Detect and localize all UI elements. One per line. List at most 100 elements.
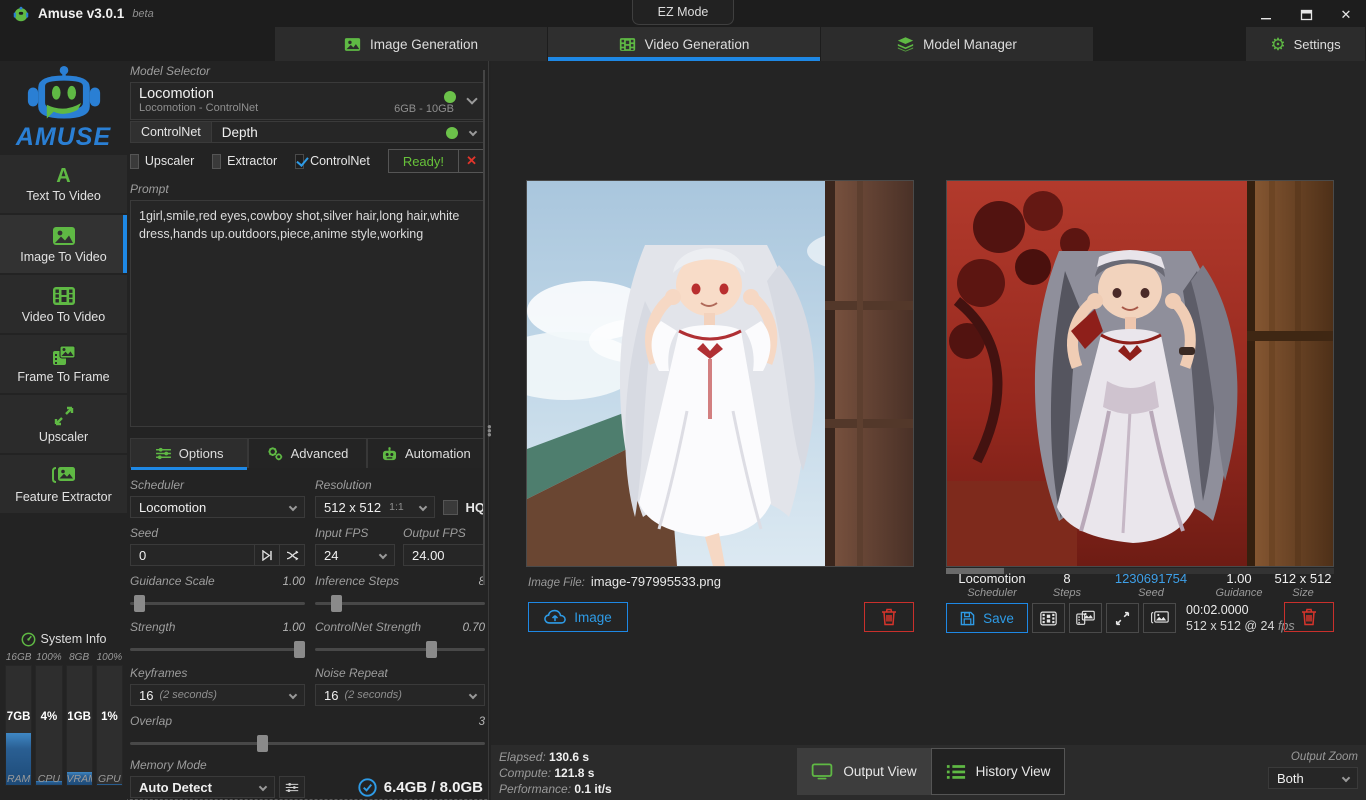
- upscaler-checkbox[interactable]: [130, 154, 139, 169]
- chevron-down-icon: [469, 691, 477, 699]
- seed-link[interactable]: 1230691754: [1096, 571, 1206, 586]
- export-video-button[interactable]: [1032, 603, 1065, 633]
- seed-increment-button[interactable]: [255, 544, 280, 566]
- seed-input[interactable]: [130, 544, 255, 566]
- status-bar: Elapsed: 130.6 s Compute: 121.8 s Perfor…: [491, 745, 1366, 800]
- controlnet-ready-dot: [446, 127, 458, 139]
- frame-extract-button[interactable]: [1069, 603, 1102, 633]
- scheduler-dropdown[interactable]: Locomotion: [130, 496, 305, 518]
- maximize-icon: [1300, 9, 1313, 21]
- delete-output-button[interactable]: [1284, 602, 1334, 632]
- sidebar-item-text-to-video[interactable]: A Text To Video: [0, 155, 127, 213]
- window-controls: ✕: [1246, 0, 1366, 30]
- model-ready-dot: [444, 91, 456, 103]
- image-generation-icon: [344, 37, 361, 52]
- history-view-button[interactable]: History View: [931, 748, 1065, 795]
- main-tab-bar: Image Generation Video Generation Model …: [0, 27, 1366, 61]
- input-fps-dropdown[interactable]: 24: [315, 544, 395, 566]
- inference-steps-slider[interactable]: [315, 594, 485, 612]
- elapsed-value: 130.6 s: [549, 750, 589, 764]
- frames-icon: [51, 345, 77, 367]
- trash-icon: [1301, 608, 1317, 626]
- feature-extract-button[interactable]: [1143, 603, 1176, 633]
- upload-image-button[interactable]: Image: [528, 602, 628, 632]
- monitor-icon: [811, 763, 833, 780]
- guidance-scale-slider[interactable]: [130, 594, 305, 612]
- amuse-robot-icon: [21, 65, 107, 129]
- gear-icon: ⚙: [1270, 36, 1285, 53]
- output-zoom-dropdown[interactable]: Both: [1268, 767, 1358, 789]
- controlnet-checkbox[interactable]: [295, 154, 304, 169]
- strength-value: 1.00: [283, 622, 305, 634]
- strength-slider[interactable]: [130, 640, 305, 658]
- panel-scrollbar[interactable]: [483, 70, 485, 585]
- minimize-button[interactable]: [1246, 0, 1286, 30]
- keyframes-dropdown[interactable]: 16 (2 seconds): [130, 684, 305, 706]
- controlnet-strength-slider[interactable]: [315, 640, 485, 658]
- close-button[interactable]: ✕: [1326, 0, 1366, 30]
- model-selector-dropdown[interactable]: Locomotion Locomotion - ControlNet 6GB -…: [130, 82, 485, 120]
- overlap-slider[interactable]: [130, 734, 485, 752]
- sidebar-item-frame-to-frame[interactable]: Frame To Frame: [0, 335, 127, 393]
- tab-advanced[interactable]: Advanced: [248, 438, 366, 468]
- sliders-icon: [155, 447, 172, 460]
- sidebar-item-feature-extractor[interactable]: Feature Extractor: [0, 455, 127, 513]
- app-beta-text: beta: [132, 8, 153, 20]
- save-button[interactable]: Save: [946, 603, 1028, 633]
- output-view-button[interactable]: Output View: [797, 748, 931, 795]
- tab-image-generation[interactable]: Image Generation: [275, 27, 547, 61]
- close-icon: ✕: [1341, 7, 1352, 23]
- pipeline-toggles: Upscaler Extractor ControlNet Ready! ✕: [130, 149, 485, 173]
- upscale-arrows-icon: [53, 405, 75, 427]
- memory-advanced-button[interactable]: [279, 776, 305, 798]
- tab-label: Video Generation: [645, 37, 750, 52]
- hq-checkbox[interactable]: [443, 500, 458, 515]
- chevron-down-icon: [289, 691, 297, 699]
- vram-usage-indicator: 6.4GB / 8.0GB: [358, 778, 485, 797]
- output-actions: Save: [946, 602, 1295, 635]
- output-area: Image File:image-797995533.png Image Loc…: [491, 61, 1366, 800]
- tab-label: Image Generation: [370, 37, 478, 52]
- tab-automation[interactable]: Automation: [367, 438, 485, 468]
- settings-button[interactable]: ⚙ Settings: [1246, 27, 1365, 61]
- output-metadata: Locomotion Scheduler 8 Steps 1230691754 …: [946, 571, 1334, 599]
- sidebar-item-image-to-video[interactable]: Image To Video: [0, 215, 127, 273]
- unload-model-button[interactable]: ✕: [459, 149, 485, 173]
- performance-stats: Elapsed: 130.6 s Compute: 121.8 s Perfor…: [499, 749, 612, 798]
- tab-options[interactable]: Options: [130, 438, 248, 468]
- options-form: Scheduler Locomotion Resolution 512 x 51…: [130, 478, 485, 800]
- prompt-input[interactable]: 1girl,smile,red eyes,cowboy shot,silver …: [130, 200, 485, 427]
- chevron-down-icon: [469, 128, 477, 136]
- input-image-preview[interactable]: [526, 180, 914, 567]
- memory-mode-dropdown[interactable]: Auto Detect: [130, 776, 275, 798]
- controlnet-selector-dropdown[interactable]: ControlNet Depth: [130, 121, 485, 143]
- ez-mode-button[interactable]: EZ Mode: [632, 0, 734, 25]
- guidance-scale-value: 1.00: [283, 576, 305, 588]
- delete-input-button[interactable]: [864, 602, 914, 632]
- upscale-button[interactable]: [1106, 603, 1139, 633]
- output-image-preview[interactable]: [946, 180, 1334, 567]
- model-vram-range: 6GB - 10GB: [394, 103, 454, 115]
- sidebar-item-upscaler[interactable]: Upscaler: [0, 395, 127, 453]
- input-file-caption: Image File:image-797995533.png: [528, 574, 721, 589]
- app-title-text: Amuse v3.0.1: [38, 6, 124, 21]
- extractor-checkbox[interactable]: [212, 154, 221, 169]
- maximize-button[interactable]: [1286, 0, 1326, 30]
- prompt-label: Prompt: [130, 182, 485, 196]
- resolution-dropdown[interactable]: 512 x 512 1:1: [315, 496, 435, 518]
- tab-video-generation[interactable]: Video Generation: [548, 27, 820, 61]
- noise-repeat-dropdown[interactable]: 16 (2 seconds): [315, 684, 485, 706]
- ram-meter: 16GB 7GB RAM: [5, 652, 32, 786]
- gpu-meter: 100% 1% GPU: [96, 652, 123, 786]
- output-duration: 00:02.0000 512 x 512 @ 24 fps: [1186, 602, 1295, 635]
- tab-model-manager[interactable]: Model Manager: [821, 27, 1093, 61]
- trash-icon: [881, 608, 897, 626]
- app-title: Amuse v3.0.1 beta: [0, 6, 154, 22]
- compute-value: 121.8 s: [554, 766, 594, 780]
- controlnet-strength-value: 0.70: [463, 622, 485, 634]
- cloud-upload-icon: [544, 609, 566, 625]
- seed-randomize-button[interactable]: [280, 544, 305, 566]
- sidebar-item-video-to-video[interactable]: Video To Video: [0, 275, 127, 333]
- amuse-logo-icon-small: [12, 6, 30, 22]
- output-fps-input[interactable]: [403, 544, 485, 566]
